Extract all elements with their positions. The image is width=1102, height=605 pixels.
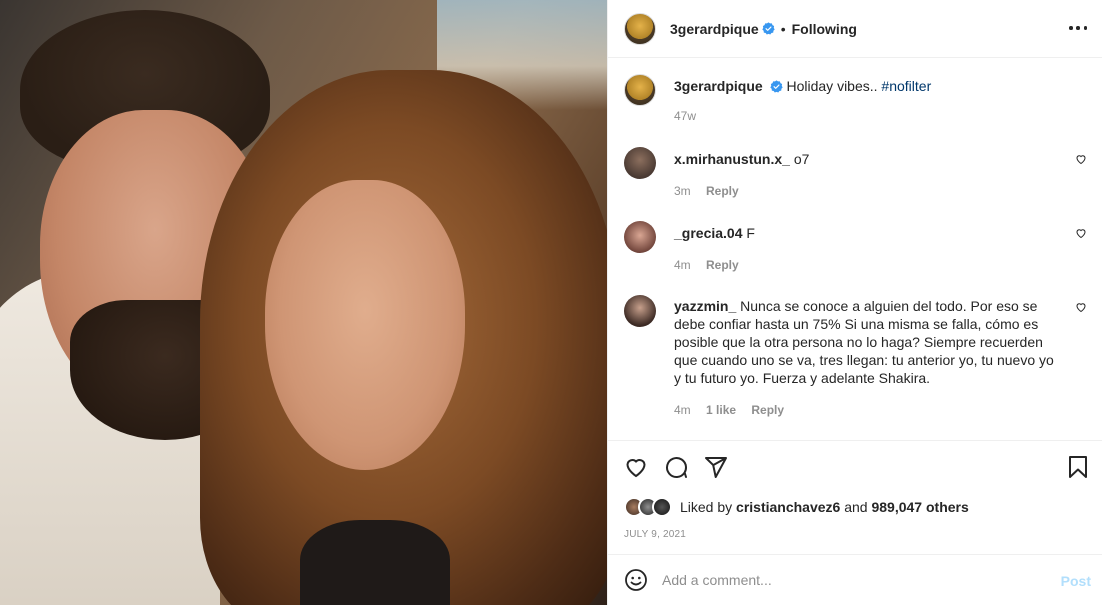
comment-item: x.mirhanustun.x_ o7 3m Reply	[624, 147, 1087, 200]
author-info: 3gerardpique • Following	[670, 21, 857, 37]
caption-item: 3gerardpique Holiday vibes.. #nofilter 4…	[624, 74, 1087, 125]
post-actions: Liked by cristianchavez6 and 989,047 oth…	[608, 440, 1102, 554]
post-side-panel: 3gerardpique • Following 3gerardpique Ho…	[607, 0, 1102, 605]
emoji-icon[interactable]	[624, 568, 648, 592]
post-header: 3gerardpique • Following	[608, 0, 1102, 58]
caption-hashtag-link[interactable]: #nofilter	[881, 78, 931, 94]
likes-conjunction: and	[844, 499, 868, 515]
likes-prefix: Liked by	[680, 499, 733, 515]
send-icon[interactable]	[704, 455, 728, 479]
photo-woman-top	[300, 520, 450, 605]
liker-avatars[interactable]	[624, 497, 672, 517]
comment-body: yazzmin_ Nunca se conoce a alguien del t…	[674, 295, 1064, 419]
action-icons	[624, 455, 744, 479]
likes-summary: Liked by cristianchavez6 and 989,047 oth…	[624, 497, 969, 517]
caption-author-avatar[interactable]	[624, 74, 656, 106]
post-comment-button[interactable]: Post	[1061, 573, 1091, 589]
caption-timestamp[interactable]: 47w	[674, 109, 696, 123]
comment-body: _grecia.04 F 4m Reply	[674, 221, 1064, 274]
verified-badge-icon	[762, 22, 775, 35]
caption-author-username[interactable]: 3gerardpique	[674, 78, 763, 94]
comment-text: F	[746, 225, 755, 241]
comment-like-heart-icon[interactable]	[1075, 301, 1087, 313]
comment-timestamp[interactable]: 4m	[674, 403, 691, 417]
reply-button[interactable]: Reply	[706, 258, 739, 272]
reply-button[interactable]: Reply	[751, 403, 784, 417]
comment-body: x.mirhanustun.x_ o7 3m Reply	[674, 147, 1064, 200]
liker-username[interactable]: cristianchavez6	[736, 499, 840, 515]
caption-body: 3gerardpique Holiday vibes.. #nofilter 4…	[674, 74, 1064, 125]
commenter-username[interactable]: _grecia.04	[674, 225, 743, 241]
verified-badge-icon	[769, 80, 783, 93]
commenter-avatar[interactable]	[624, 147, 656, 179]
comment-timestamp[interactable]: 3m	[674, 184, 691, 198]
author-username[interactable]: 3gerardpique	[670, 21, 759, 37]
likes-count[interactable]: 989,047 others	[871, 499, 968, 515]
commenter-avatar[interactable]	[624, 221, 656, 253]
caption-text: Holiday vibes..	[786, 78, 878, 94]
comment-icon[interactable]	[664, 455, 688, 479]
heart-icon[interactable]	[624, 455, 648, 479]
photo-woman-face	[265, 180, 465, 470]
more-options-icon[interactable]	[1069, 18, 1087, 38]
comment-like-heart-icon[interactable]	[1075, 227, 1087, 239]
post-date[interactable]: JULY 9, 2021	[624, 529, 686, 540]
author-avatar[interactable]	[624, 12, 656, 45]
comments-list[interactable]: 3gerardpique Holiday vibes.. #nofilter 4…	[608, 58, 1102, 440]
commenter-avatar[interactable]	[624, 295, 656, 327]
add-comment-bar: Post	[608, 554, 1102, 605]
header-separator: •	[780, 20, 786, 37]
commenter-username[interactable]: x.mirhanustun.x_	[674, 151, 790, 167]
comment-likes-count[interactable]: 1 like	[706, 403, 736, 417]
post-photo[interactable]	[0, 0, 607, 605]
following-button[interactable]: Following	[792, 21, 857, 37]
comment-like-heart-icon[interactable]	[1075, 153, 1087, 165]
comment-text: o7	[793, 151, 810, 167]
liker-avatar[interactable]	[652, 497, 672, 517]
bookmark-icon[interactable]	[1067, 455, 1089, 479]
comment-item: yazzmin_ Nunca se conoce a alguien del t…	[624, 295, 1087, 419]
reply-button[interactable]: Reply	[706, 184, 739, 198]
comment-timestamp[interactable]: 4m	[674, 258, 691, 272]
comment-item: _grecia.04 F 4m Reply	[624, 221, 1087, 274]
commenter-username[interactable]: yazzmin_	[674, 298, 736, 314]
comment-input[interactable]	[662, 572, 1042, 588]
